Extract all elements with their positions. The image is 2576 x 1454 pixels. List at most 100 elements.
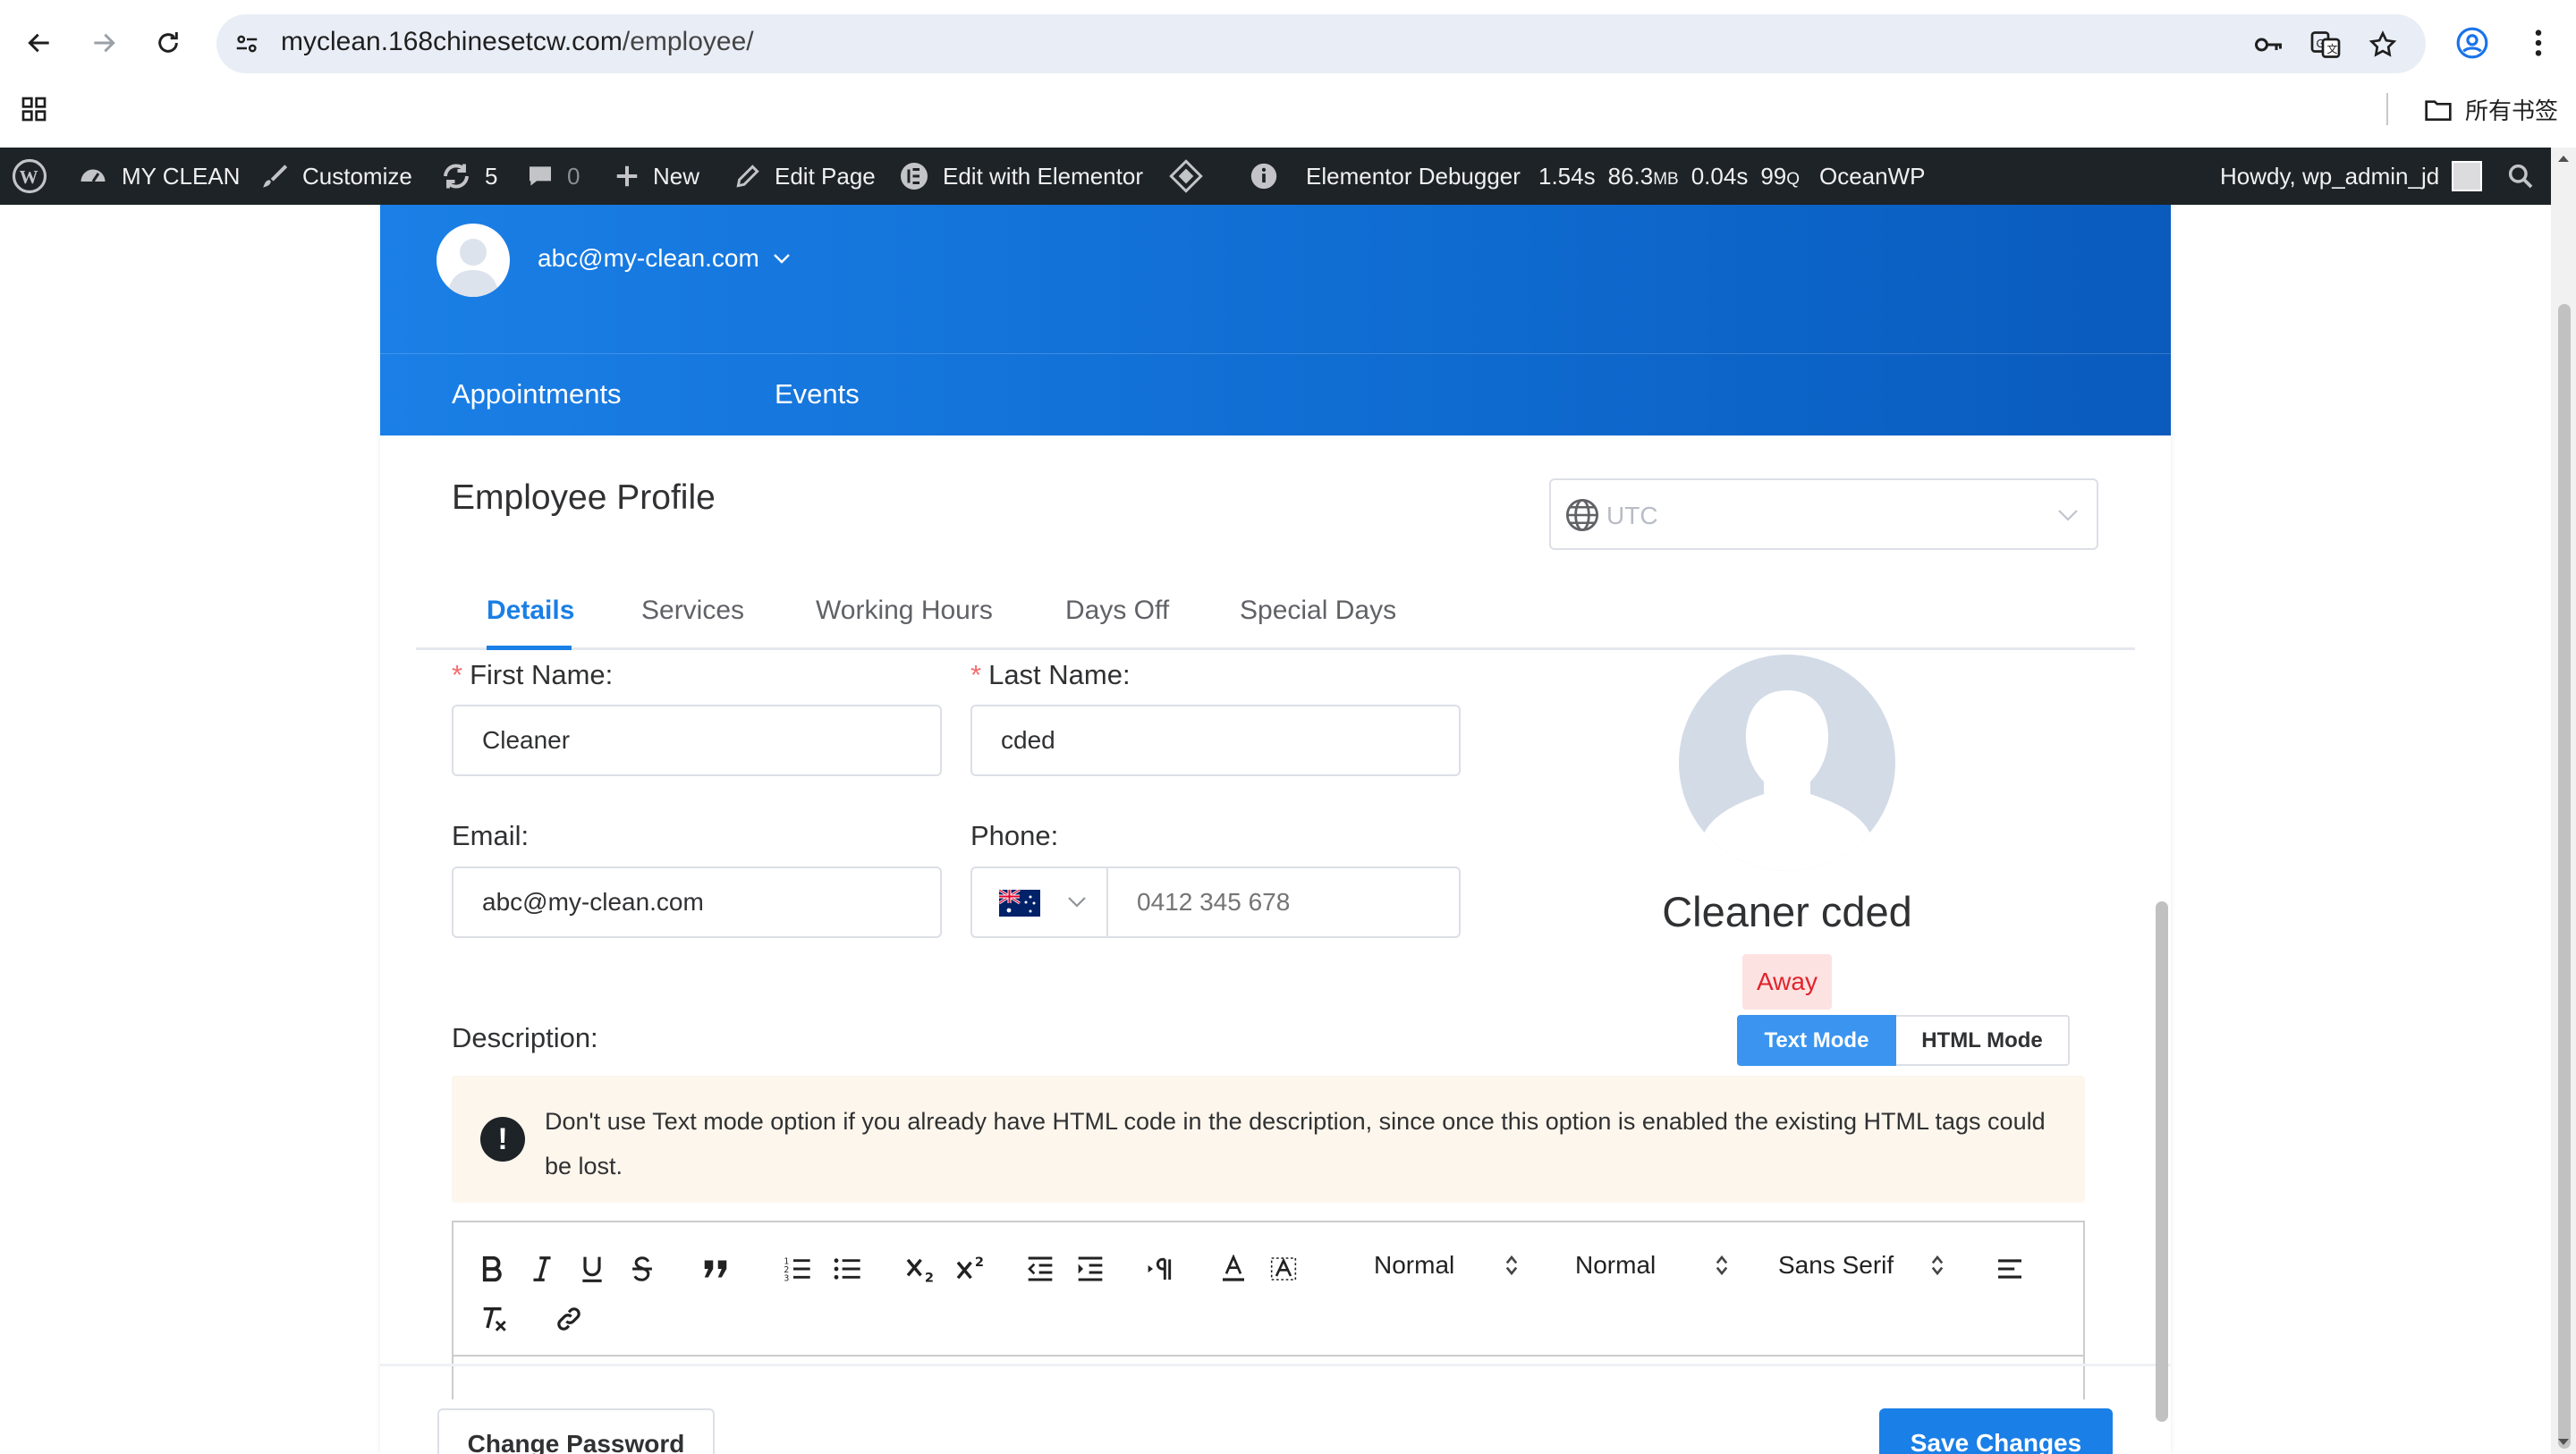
admin-elementor-debugger[interactable]: Elementor Debugger: [1249, 148, 1521, 205]
header-select[interactable]: Normal: [1374, 1251, 1519, 1280]
admin-updates[interactable]: 5: [440, 148, 497, 205]
elementor-icon: [901, 163, 928, 190]
link-icon[interactable]: [551, 1301, 587, 1337]
elementor-finder-icon[interactable]: [1168, 148, 1204, 205]
translate-icon[interactable]: G文: [2308, 27, 2343, 63]
phone-input[interactable]: [1110, 868, 1457, 936]
underline-icon[interactable]: [576, 1251, 608, 1287]
subscript-icon[interactable]: 2: [902, 1251, 942, 1287]
phone-label: Phone:: [970, 820, 1059, 851]
perf-queries-unit: Q: [1786, 169, 1801, 189]
country-code-select[interactable]: [972, 868, 1108, 936]
profile-icon[interactable]: [2449, 20, 2496, 66]
scroll-up-icon[interactable]: [2556, 153, 2571, 164]
bold-icon[interactable]: [476, 1251, 508, 1287]
editor-toolbar-divider: [452, 1355, 2085, 1357]
plus-icon: [616, 165, 638, 187]
tab-services[interactable]: Services: [641, 596, 744, 626]
font-select[interactable]: Sans Serif: [1778, 1251, 1945, 1280]
star-bookmark-icon[interactable]: [2365, 27, 2401, 63]
apps-grid-icon[interactable]: [20, 95, 48, 128]
tab-days-off[interactable]: Days Off: [1065, 596, 1169, 626]
email-field[interactable]: abc@my-clean.com: [452, 866, 942, 938]
user-email: abc@my-clean.com: [538, 244, 759, 272]
text-mode-button[interactable]: Text Mode: [1737, 1015, 1896, 1066]
admin-performance[interactable]: 1.54s 86.3MB 0.04s 99Q: [1538, 148, 1800, 205]
timezone-select[interactable]: UTC: [1549, 478, 2098, 550]
save-changes-button[interactable]: Save Changes: [1879, 1408, 2113, 1454]
tab-working-hours[interactable]: Working Hours: [816, 596, 993, 626]
perf-query-time: 0.04s: [1690, 162, 1749, 190]
indent-icon[interactable]: [1072, 1251, 1108, 1287]
brush-icon: [263, 165, 288, 188]
nav-tab-events[interactable]: Events: [775, 378, 860, 410]
comment-icon: [530, 166, 551, 186]
url-path: /employee/: [622, 27, 754, 56]
text-color-icon[interactable]: [1216, 1251, 1251, 1287]
admin-comments[interactable]: 0: [526, 148, 580, 205]
email-label: Email:: [452, 820, 530, 851]
last-name-label: * Last Name:: [970, 659, 1131, 691]
size-select[interactable]: Normal: [1575, 1251, 1729, 1280]
page-scrollbar[interactable]: [2551, 148, 2576, 1454]
site-info-icon[interactable]: [229, 26, 265, 62]
wordpress-logo-icon[interactable]: W: [11, 148, 48, 205]
perf-queries-value: 99: [1760, 162, 1787, 190]
admin-site-name: MY CLEAN: [122, 162, 241, 190]
outdent-icon[interactable]: [1022, 1251, 1058, 1287]
admin-account[interactable]: Howdy, wp_admin_jd: [2220, 148, 2483, 205]
text-direction-icon[interactable]: [1142, 1251, 1178, 1287]
updown-chevron-icon: [1716, 1255, 1728, 1276]
reload-icon[interactable]: [145, 20, 191, 66]
italic-icon[interactable]: [526, 1251, 558, 1287]
align-icon[interactable]: [1992, 1251, 2028, 1287]
admin-edit-elementor[interactable]: Edit with Elementor: [898, 148, 1143, 205]
svg-text:2: 2: [975, 1255, 984, 1270]
clear-format-icon[interactable]: [476, 1301, 512, 1337]
nav-tab-appointments[interactable]: Appointments: [452, 378, 622, 410]
tab-details[interactable]: Details: [487, 596, 574, 626]
back-arrow-icon[interactable]: [16, 20, 63, 66]
blockquote-icon[interactable]: [699, 1251, 732, 1287]
admin-howdy: Howdy, wp_admin_jd: [2220, 162, 2440, 190]
admin-new[interactable]: New: [614, 148, 699, 205]
panel-scrollbar[interactable]: [2156, 901, 2168, 1422]
status-badge[interactable]: Away: [1742, 954, 1832, 1010]
address-bar[interactable]: myclean.168chinesetcw.com/employee/ G文: [216, 14, 2426, 73]
bullet-list-icon[interactable]: [831, 1251, 863, 1287]
password-key-icon[interactable]: [2250, 27, 2286, 63]
scrollbar-thumb[interactable]: [2558, 304, 2571, 1449]
html-mode-button[interactable]: HTML Mode: [1896, 1015, 2070, 1066]
required-marker: *: [452, 659, 463, 690]
admin-search-icon[interactable]: [2506, 148, 2535, 205]
tab-special-days[interactable]: Special Days: [1240, 596, 1396, 626]
employee-avatar[interactable]: [1679, 655, 1895, 871]
admin-site-menu[interactable]: MY CLEAN: [77, 148, 240, 205]
admin-edit-page[interactable]: Edit Page: [733, 148, 876, 205]
admin-customize-label: Customize: [302, 162, 412, 190]
warning-alert: ! Don't use Text mode option if you alre…: [452, 1076, 2085, 1203]
change-password-button[interactable]: Change Password: [437, 1408, 715, 1454]
first-name-field[interactable]: Cleaner: [452, 705, 942, 776]
user-avatar[interactable]: [436, 224, 510, 297]
strikethrough-icon[interactable]: [626, 1251, 658, 1287]
svg-text:文: 文: [2327, 42, 2338, 55]
last-name-field[interactable]: cded: [970, 705, 1461, 776]
admin-theme[interactable]: OceanWP: [1819, 148, 1926, 205]
required-marker: *: [970, 659, 982, 690]
browser-menu-icon[interactable]: [2515, 20, 2562, 66]
font-select-value: Sans Serif: [1778, 1251, 1894, 1279]
perf-time: 1.54s: [1538, 162, 1596, 190]
forward-arrow-icon[interactable]: [80, 20, 127, 66]
url-text[interactable]: myclean.168chinesetcw.com/employee/: [281, 27, 754, 57]
admin-customize[interactable]: Customize: [259, 148, 412, 205]
all-bookmarks-button[interactable]: 所有书签: [2424, 93, 2558, 126]
svg-text:3: 3: [784, 1273, 789, 1282]
perf-memory-unit: MB: [1653, 169, 1679, 189]
superscript-icon[interactable]: 2: [953, 1251, 992, 1287]
background-color-icon[interactable]: [1266, 1251, 1301, 1287]
ordered-list-icon[interactable]: 123: [781, 1251, 813, 1287]
svg-text:2: 2: [925, 1272, 934, 1283]
scroll-down-icon[interactable]: [2556, 1437, 2571, 1448]
user-menu[interactable]: abc@my-clean.com: [538, 244, 792, 273]
